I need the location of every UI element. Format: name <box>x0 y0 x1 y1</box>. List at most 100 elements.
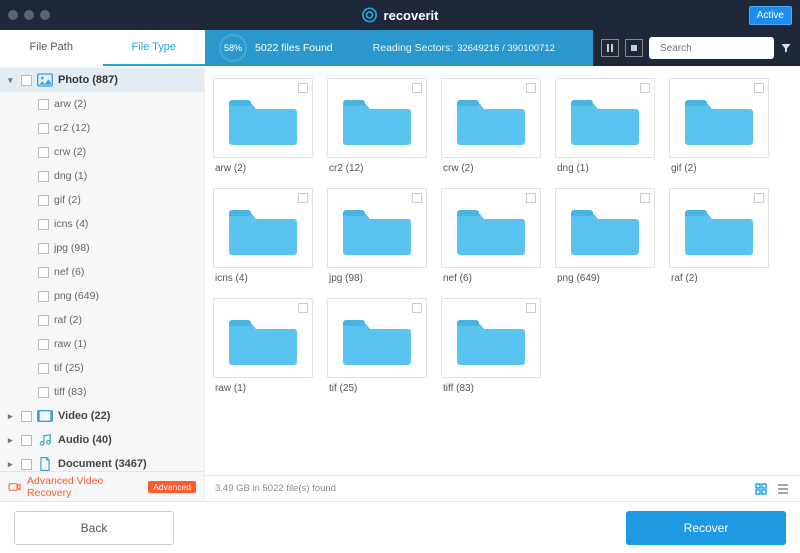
pause-button[interactable] <box>601 39 619 57</box>
checkbox[interactable] <box>298 303 308 313</box>
search-input[interactable] <box>660 43 792 54</box>
sidebar-item-label: gif (2) <box>54 194 81 206</box>
checkbox[interactable] <box>21 411 32 422</box>
folder-item[interactable]: nef (6) <box>441 188 541 284</box>
checkbox[interactable] <box>38 243 49 254</box>
checkbox[interactable] <box>21 75 32 86</box>
close-icon[interactable] <box>8 10 18 20</box>
sidebar-item-photo-child[interactable]: arw (2) <box>0 92 204 116</box>
checkbox[interactable] <box>21 459 32 470</box>
checkbox[interactable] <box>754 83 764 93</box>
checkbox[interactable] <box>38 339 49 350</box>
document-icon <box>37 457 53 471</box>
checkbox[interactable] <box>412 303 422 313</box>
chevron-right-icon[interactable]: ▸ <box>8 411 16 422</box>
checkbox[interactable] <box>640 83 650 93</box>
sidebar-item-photo-child[interactable]: nef (6) <box>0 260 204 284</box>
folder-card[interactable] <box>213 298 313 378</box>
filter-icon[interactable] <box>780 42 792 54</box>
chevron-down-icon[interactable]: ▾ <box>8 75 16 86</box>
folder-card[interactable] <box>555 188 655 268</box>
sidebar-item-photo-child[interactable]: cr2 (12) <box>0 116 204 140</box>
checkbox[interactable] <box>38 363 49 374</box>
sidebar-item-label: tif (25) <box>54 362 84 374</box>
checkbox[interactable] <box>38 123 49 134</box>
maximize-icon[interactable] <box>40 10 50 20</box>
folder-item[interactable]: raw (1) <box>213 298 313 394</box>
checkbox[interactable] <box>38 315 49 326</box>
sidebar-item-photo-child[interactable]: icns (4) <box>0 212 204 236</box>
checkbox[interactable] <box>38 99 49 110</box>
sidebar-item-document[interactable]: ▸ Document (3467) <box>0 452 204 471</box>
sidebar-item-photo-child[interactable]: crw (2) <box>0 140 204 164</box>
folder-card[interactable] <box>669 188 769 268</box>
checkbox[interactable] <box>38 171 49 182</box>
sidebar-item-photo-child[interactable]: raf (2) <box>0 308 204 332</box>
grid-view-button[interactable] <box>754 482 768 496</box>
sidebar-item-audio[interactable]: ▸ Audio (40) <box>0 428 204 452</box>
folder-card[interactable] <box>441 188 541 268</box>
folder-card[interactable] <box>213 78 313 158</box>
stop-button[interactable] <box>625 39 643 57</box>
sidebar-item-photo-child[interactable]: gif (2) <box>0 188 204 212</box>
tab-file-type[interactable]: File Type <box>103 30 206 66</box>
folder-item[interactable]: raf (2) <box>669 188 769 284</box>
checkbox[interactable] <box>754 193 764 203</box>
checkbox[interactable] <box>526 83 536 93</box>
sidebar-item-photo[interactable]: ▾ Photo (887) <box>0 68 204 92</box>
folder-card[interactable] <box>213 188 313 268</box>
sidebar-item-photo-child[interactable]: raw (1) <box>0 332 204 356</box>
checkbox[interactable] <box>526 193 536 203</box>
tab-file-path[interactable]: File Path <box>0 30 103 66</box>
checkbox[interactable] <box>38 291 49 302</box>
folder-label: crw (2) <box>441 163 541 174</box>
folder-item[interactable]: tiff (83) <box>441 298 541 394</box>
checkbox[interactable] <box>21 435 32 446</box>
folder-card[interactable] <box>327 298 427 378</box>
checkbox[interactable] <box>298 83 308 93</box>
folder-item[interactable]: dng (1) <box>555 78 655 174</box>
checkbox[interactable] <box>38 195 49 206</box>
chevron-right-icon[interactable]: ▸ <box>8 435 16 446</box>
recover-button[interactable]: Recover <box>626 511 786 545</box>
folder-item[interactable]: png (649) <box>555 188 655 284</box>
checkbox[interactable] <box>38 219 49 230</box>
folder-card[interactable] <box>555 78 655 158</box>
checkbox[interactable] <box>526 303 536 313</box>
sidebar: ▾ Photo (887) arw (2)cr2 (12)crw (2)dng … <box>0 66 205 501</box>
list-view-button[interactable] <box>776 482 790 496</box>
sidebar-item-video[interactable]: ▸ Video (22) <box>0 404 204 428</box>
folder-item[interactable]: crw (2) <box>441 78 541 174</box>
sidebar-item-photo-child[interactable]: jpg (98) <box>0 236 204 260</box>
checkbox[interactable] <box>38 147 49 158</box>
folder-item[interactable]: cr2 (12) <box>327 78 427 174</box>
footer: Back Recover <box>0 501 800 553</box>
sidebar-item-photo-child[interactable]: tif (25) <box>0 356 204 380</box>
minimize-icon[interactable] <box>24 10 34 20</box>
checkbox[interactable] <box>412 83 422 93</box>
folder-card[interactable] <box>327 188 427 268</box>
sidebar-item-photo-child[interactable]: tiff (83) <box>0 380 204 404</box>
sidebar-item-photo-child[interactable]: png (649) <box>0 284 204 308</box>
checkbox[interactable] <box>38 387 49 398</box>
chevron-right-icon[interactable]: ▸ <box>8 459 16 470</box>
search-box[interactable] <box>649 37 774 59</box>
folder-card[interactable] <box>441 298 541 378</box>
checkbox[interactable] <box>640 193 650 203</box>
sidebar-item-photo-child[interactable]: dng (1) <box>0 164 204 188</box>
folder-item[interactable]: icns (4) <box>213 188 313 284</box>
folder-label: png (649) <box>555 273 655 284</box>
folder-item[interactable]: jpg (98) <box>327 188 427 284</box>
back-button[interactable]: Back <box>14 511 174 545</box>
folder-card[interactable] <box>441 78 541 158</box>
active-button[interactable]: Active <box>749 6 792 25</box>
checkbox[interactable] <box>298 193 308 203</box>
folder-item[interactable]: tif (25) <box>327 298 427 394</box>
advanced-video-recovery[interactable]: Advanced Video Recovery Advanced <box>0 471 204 501</box>
folder-card[interactable] <box>327 78 427 158</box>
checkbox[interactable] <box>412 193 422 203</box>
checkbox[interactable] <box>38 267 49 278</box>
folder-item[interactable]: gif (2) <box>669 78 769 174</box>
folder-item[interactable]: arw (2) <box>213 78 313 174</box>
folder-card[interactable] <box>669 78 769 158</box>
